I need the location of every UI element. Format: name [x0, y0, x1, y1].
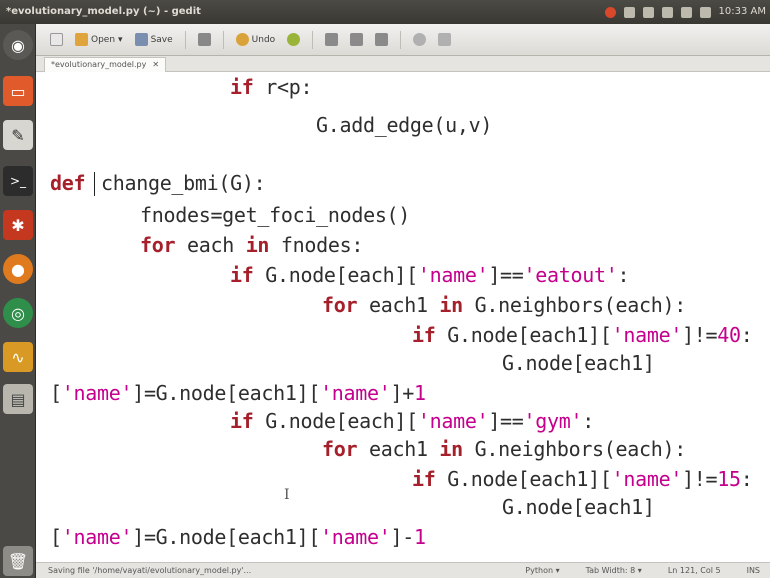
code-line: G.node[each1] [502, 495, 655, 519]
replace-icon [438, 33, 452, 46]
dash-home-icon[interactable]: ◉ [3, 30, 33, 60]
mouse-ibeam-icon: I [284, 487, 290, 503]
save-label: Save [150, 34, 173, 45]
bluetooth-icon[interactable] [661, 6, 673, 18]
toolbar-separator [400, 30, 402, 49]
power-indicator-icon[interactable] [604, 6, 616, 18]
tab-label: *evolutionary_model.py [51, 60, 147, 69]
keyboard-layout-icon[interactable] [642, 6, 654, 18]
code-line: ['name']=G.node[each1]['name']-1 [50, 525, 426, 549]
firefox-icon[interactable]: ● [3, 254, 33, 284]
code-line: ['name']=G.node[each1]['name']+1 [50, 381, 426, 405]
terminal-icon[interactable]: >_ [3, 166, 33, 196]
copy-icon [350, 33, 364, 46]
copy-button[interactable] [346, 31, 367, 48]
code-line: if G.node[each1]['name']!=40: [412, 323, 753, 347]
code-line: def change_bmi(G): [50, 171, 266, 195]
folder-icon [75, 33, 88, 46]
volume-icon[interactable] [699, 6, 711, 18]
tab-width-selector[interactable]: Tab Width: 8 ▾ [586, 563, 642, 578]
redo-button[interactable] [283, 31, 304, 48]
tab-evolutionary-model[interactable]: *evolutionary_model.py ✕ [44, 57, 167, 72]
document-tabs: *evolutionary_model.py ✕ [36, 56, 770, 72]
open-button[interactable]: Open ▾ [71, 31, 127, 48]
status-right: Python ▾ Tab Width: 8 ▾ Ln 121, Col 5 IN… [525, 563, 760, 578]
clock[interactable]: 10:33 AM [719, 0, 766, 24]
toolbar: Open ▾ Save Undo [36, 24, 770, 56]
paste-button[interactable] [371, 31, 392, 48]
code-line: for each1 in G.neighbors(each): [322, 437, 686, 461]
system-monitor-icon[interactable]: ∿ [3, 342, 33, 372]
open-label: Open [91, 34, 116, 45]
code-line: for each in fnodes: [140, 233, 364, 257]
redo-icon [287, 33, 301, 46]
code-line: if G.node[each]['name']=='eatout': [230, 263, 630, 287]
code-line: G.add_edge(u,v) [316, 113, 493, 137]
save-button[interactable]: Save [131, 31, 177, 48]
archive-icon[interactable]: ▤ [3, 384, 33, 414]
browser-icon[interactable]: ◎ [3, 298, 33, 328]
chevron-down-icon[interactable]: ▾ [118, 35, 123, 45]
replace-button[interactable] [434, 31, 455, 48]
code-line: if G.node[each1]['name']!=15: [412, 467, 753, 491]
system-tray: 10:33 AM [604, 0, 766, 24]
toolbar-separator [222, 30, 224, 49]
status-bar: Saving file '/home/vayati/evolutionary_m… [36, 562, 770, 578]
close-icon[interactable]: ✕ [152, 58, 159, 72]
undo-icon [235, 33, 249, 46]
trash-icon[interactable]: 🗑 [3, 546, 33, 576]
code-line: if r<p: [230, 75, 313, 99]
text-cursor [94, 172, 95, 196]
new-document-icon [50, 33, 63, 46]
code-line: for each1 in G.neighbors(each): [322, 293, 686, 317]
text-editor-icon[interactable]: ✎ [3, 120, 33, 150]
status-message: Saving file '/home/vayati/evolutionary_m… [48, 566, 252, 575]
code-line: fnodes=get_foci_nodes() [140, 203, 411, 227]
code-editor[interactable]: if r<p: G.add_edge(u,v) def change_bmi(G… [36, 72, 770, 562]
save-icon [134, 33, 148, 46]
new-button[interactable] [46, 31, 67, 48]
undo-label: Undo [251, 34, 276, 45]
toolbar-separator [184, 30, 186, 49]
code-line: G.node[each1] [502, 351, 655, 375]
insert-mode: INS [746, 566, 760, 575]
print-button[interactable] [194, 31, 215, 48]
paste-icon [375, 33, 389, 46]
cut-button[interactable] [321, 31, 342, 48]
code-line: if G.node[each]['name']=='gym': [230, 409, 595, 433]
cursor-position: Ln 121, Col 5 [667, 566, 721, 575]
launcher: ◉ ▭ ✎ >_ ✱ ● ◎ ∿ ▤ 🗑 [0, 24, 36, 578]
toolbar-separator [312, 30, 314, 49]
search-icon [413, 33, 427, 46]
battery-icon[interactable] [680, 6, 692, 18]
print-icon [197, 33, 211, 46]
title-bar: *evolutionary_model.py (~) - gedit 10:33… [0, 0, 770, 24]
window-title: *evolutionary_model.py (~) - gedit [6, 6, 201, 17]
undo-button[interactable]: Undo [232, 31, 280, 48]
files-icon[interactable]: ▭ [3, 76, 33, 106]
find-button[interactable] [409, 31, 430, 48]
cut-icon [325, 33, 339, 46]
language-selector[interactable]: Python ▾ [525, 563, 559, 578]
system-settings-icon[interactable]: ✱ [3, 210, 33, 240]
network-icon[interactable] [623, 6, 635, 18]
